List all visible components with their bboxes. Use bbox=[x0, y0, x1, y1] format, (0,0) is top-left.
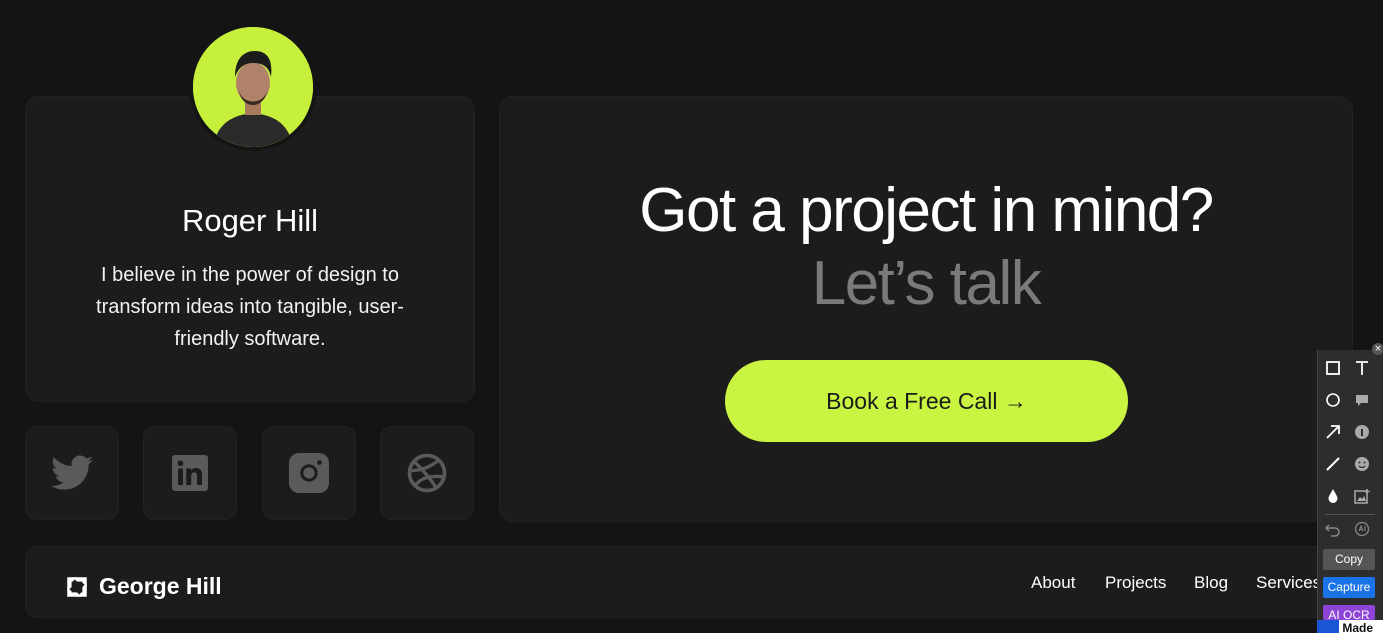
comment-tool-icon[interactable] bbox=[1352, 390, 1372, 410]
ai-ocr-button[interactable]: AI OCR bbox=[1323, 605, 1375, 620]
text-tool-icon[interactable] bbox=[1352, 358, 1372, 378]
linkedin-icon bbox=[172, 455, 208, 491]
dribbble-button[interactable] bbox=[380, 426, 474, 520]
twitter-icon bbox=[51, 455, 93, 490]
capture-button[interactable]: Capture bbox=[1323, 577, 1375, 598]
profile-name: Roger Hill bbox=[181, 203, 319, 238]
made-logo-icon bbox=[1317, 620, 1339, 633]
toolbar-close-button[interactable]: × bbox=[1372, 343, 1383, 355]
made-badge: Made bbox=[1317, 620, 1383, 633]
emoji-tool-icon[interactable] bbox=[1352, 454, 1372, 474]
instagram-button[interactable] bbox=[262, 426, 356, 520]
instagram-icon bbox=[289, 453, 329, 493]
copy-button[interactable]: Copy bbox=[1323, 549, 1375, 570]
ai-tool-icon[interactable] bbox=[1352, 519, 1372, 539]
rectangle-tool-icon[interactable] bbox=[1323, 358, 1343, 378]
dribbble-icon bbox=[407, 453, 447, 493]
book-call-button[interactable]: Book a Free Call → bbox=[725, 360, 1128, 442]
cta-subtitle: Let’s talk bbox=[811, 249, 1042, 318]
nav-about[interactable]: About bbox=[1031, 573, 1075, 593]
toolbar-divider bbox=[1325, 514, 1375, 515]
cta-title: Got a project in mind? bbox=[639, 176, 1214, 245]
twitter-button[interactable] bbox=[25, 426, 119, 520]
step-number-icon[interactable] bbox=[1352, 422, 1372, 442]
brand-logo[interactable]: George Hill bbox=[64, 573, 222, 600]
linkedin-button[interactable] bbox=[143, 426, 237, 520]
nav-blog[interactable]: Blog bbox=[1194, 573, 1228, 593]
made-label: Made bbox=[1342, 621, 1374, 633]
nav-projects[interactable]: Projects bbox=[1105, 573, 1166, 593]
ellipse-tool-icon[interactable] bbox=[1323, 390, 1343, 410]
arrow-tool-icon[interactable] bbox=[1323, 422, 1343, 442]
blur-tool-icon[interactable] bbox=[1323, 486, 1343, 506]
brand-name: George Hill bbox=[99, 573, 222, 599]
avatar bbox=[189, 23, 317, 151]
undo-icon[interactable] bbox=[1323, 519, 1343, 539]
image-tool-icon[interactable] bbox=[1352, 486, 1372, 506]
profile-bio: I believe in the power of design to tran… bbox=[96, 264, 404, 350]
line-tool-icon[interactable] bbox=[1323, 454, 1343, 474]
logo-icon bbox=[67, 576, 87, 597]
nav-services[interactable]: Services bbox=[1256, 573, 1321, 593]
